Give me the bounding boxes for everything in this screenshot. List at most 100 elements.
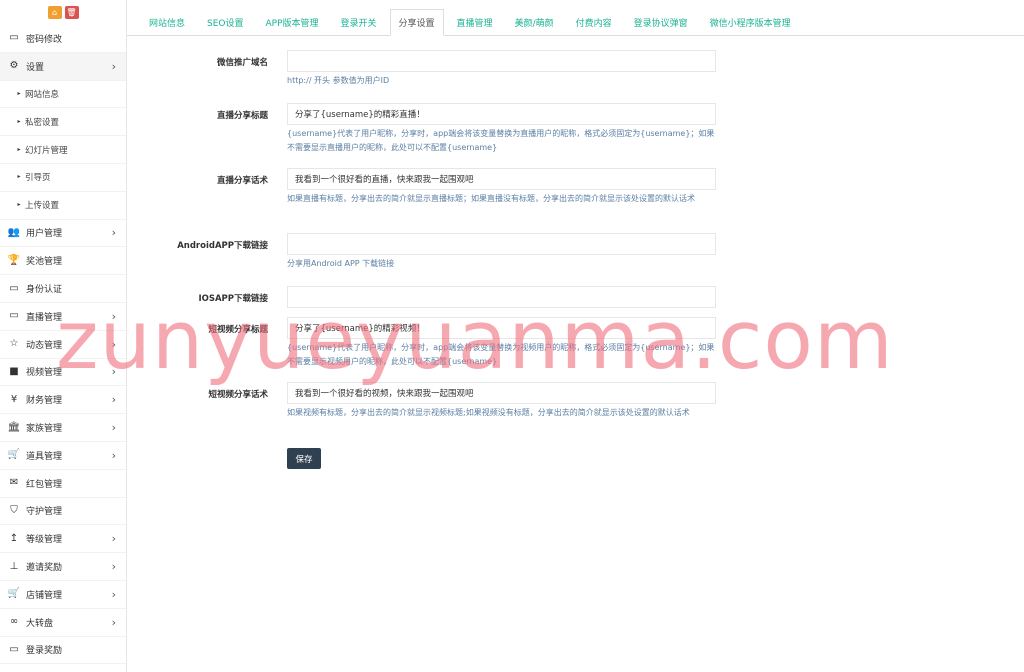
sidebar-item-sub-5[interactable]: ▸ 引导页	[0, 164, 126, 192]
sidebar-item-monitor-10[interactable]: ▭ 直播管理 ›	[0, 303, 126, 331]
home-icon[interactable]: ⌂	[47, 6, 62, 19]
caret-right-icon: ▸	[17, 117, 21, 125]
sidebar-menu: ▭ 密码修改 ⚙ 设置 › ▸ 网站信息 ▸ 私密设置 ▸ 幻灯片管理 ▸ 引导页 ▸ 上传设置 👥 用户管理 ›…	[0, 25, 126, 665]
sidebar-item-label: 等级管理	[26, 535, 63, 546]
wx-domain-help: http:// 开头 参数值为用户ID	[287, 76, 390, 85]
chevron-right-icon: ›	[111, 59, 116, 73]
sidebar-item-label: 家族管理	[26, 424, 63, 435]
settings-tabs: 网站信息 SEO设置 APP版本管理 登录开关 分享设置 直播管理 美颜/萌颜 付费内容 登录协…	[127, 0, 1024, 36]
sidebar-item-label: 直播管理	[26, 312, 63, 323]
chevron-right-icon: ›	[111, 365, 116, 379]
sidebar-item-label: 守护管理	[26, 507, 63, 518]
sidebar-item-label: 动态管理	[26, 340, 63, 351]
chevron-right-icon: ›	[111, 560, 116, 574]
video-title-help: {username}代表了用户昵称，分享时，app端会将该变量替换为视频用户的昵…	[287, 343, 715, 366]
sidebar-item-sub-6[interactable]: ▸ 上传设置	[0, 192, 126, 220]
live-title-help: {username}代表了用户昵称，分享时，app端会将该变量替换为直播用户的昵…	[287, 129, 715, 152]
trophy-icon: 🏆	[7, 254, 21, 266]
video-title-label: 短视频分享标题	[208, 325, 268, 335]
monitor-icon: ▭	[9, 32, 19, 44]
sidebar-item-label: 道具管理	[26, 451, 63, 462]
sidebar-item-monitor-0[interactable]: ▭ 密码修改	[0, 25, 126, 53]
live-desc-label: 直播分享话术	[216, 176, 268, 186]
video-desc-help: 如果视频有标题，分享出去的简介就显示视频标题;如果视频没有标题，分享出去的简介就…	[287, 408, 690, 417]
sidebar-item-label: 登录奖励	[26, 646, 63, 657]
video-icon: ■	[9, 365, 19, 377]
tab-0[interactable]: 网站信息	[140, 9, 194, 35]
sidebar-item-cart-20[interactable]: 🛒 店铺管理 ›	[0, 581, 126, 609]
tab-6[interactable]: 美颜/萌颜	[506, 9, 563, 35]
sidebar-item-bank-14[interactable]: 🏛 家族管理 ›	[0, 414, 126, 442]
shield-icon: ⛉	[10, 504, 18, 516]
live-desc-input[interactable]	[287, 168, 716, 190]
sidebar-item-label: 密码修改	[26, 34, 63, 45]
sidebar-top-buttons: ⌂ 🗑	[0, 0, 126, 25]
users-icon: 👥	[7, 226, 21, 238]
cart-icon: 🛒	[7, 588, 21, 600]
sidebar-item-monitor-22[interactable]: ▭ 登录奖励	[0, 637, 126, 665]
caret-right-icon: ▸	[17, 201, 21, 209]
sidebar-item-label: 红包管理	[26, 479, 63, 490]
live-title-input[interactable]	[287, 103, 716, 125]
sidebar-item-level-up-18[interactable]: ↥ 等级管理 ›	[0, 525, 126, 554]
sidebar-item-label: 店铺管理	[26, 590, 63, 601]
tab-1[interactable]: SEO设置	[198, 9, 252, 35]
sidebar-item-sub-2[interactable]: ▸ 网站信息	[0, 81, 126, 109]
sidebar-item-cart-15[interactable]: 🛒 道具管理 ›	[0, 442, 126, 470]
android-link-help: 分享用Android APP 下载链接	[287, 259, 395, 268]
caret-right-icon: ▸	[17, 89, 21, 97]
sidebar-item-gears-1[interactable]: ⚙ 设置 ›	[0, 52, 126, 81]
chevron-right-icon: ›	[111, 532, 116, 546]
tab-5[interactable]: 直播管理	[448, 9, 502, 35]
sidebar-item-label: 视频管理	[26, 368, 63, 379]
tab-7[interactable]: 付费内容	[567, 9, 621, 35]
sidebar-item-users-7[interactable]: 👥 用户管理 ›	[0, 220, 126, 248]
sidebar-item-video-12[interactable]: ■ 视频管理 ›	[0, 359, 126, 387]
sidebar-item-envelope-16[interactable]: ✉ 红包管理	[0, 470, 126, 498]
tab-9[interactable]: 微信小程序版本管理	[701, 9, 800, 35]
gamepad-icon: ∞	[9, 616, 19, 628]
wx-domain-label: 微信推广域名	[216, 58, 268, 68]
app: ⌂ 🗑 ▭ 密码修改 ⚙ 设置 › ▸ 网站信息 ▸ 私密设置 ▸ 幻灯片管理 ▸ 引导页 ▸ 上传设置 👥 用…	[0, 0, 1024, 672]
sidebar-item-yen-13[interactable]: ¥ 财务管理 ›	[0, 386, 126, 415]
video-desc-input[interactable]	[287, 382, 716, 404]
chevron-right-icon: ›	[111, 309, 116, 323]
android-link-input[interactable]	[287, 233, 716, 255]
sidebar-item-label: 私密设置	[25, 117, 60, 128]
video-desc-label: 短视频分享话术	[208, 390, 268, 400]
save-button[interactable]: 保存	[287, 448, 321, 469]
sidebar-item-label: 网站信息	[25, 89, 60, 100]
tab-2[interactable]: APP版本管理	[257, 9, 328, 35]
tab-8[interactable]: 登录协议弹窗	[625, 9, 697, 35]
sidebar-item-star-11[interactable]: ☆ 动态管理 ›	[0, 331, 126, 359]
sidebar-item-sub-3[interactable]: ▸ 私密设置	[0, 108, 126, 137]
chevron-right-icon: ›	[111, 587, 116, 601]
sidebar-item-label: 奖池管理	[26, 257, 63, 268]
bank-icon: 🏛	[7, 421, 21, 433]
video-title-input[interactable]	[287, 317, 716, 339]
sidebar-item-sub-4[interactable]: ▸ 幻灯片管理	[0, 136, 126, 164]
caret-right-icon: ▸	[17, 173, 21, 181]
sidebar-item-gamepad-21[interactable]: ∞ 大转盘 ›	[0, 609, 126, 637]
chevron-right-icon: ›	[111, 393, 116, 407]
sidebar-item-trophy-8[interactable]: 🏆 奖池管理	[0, 247, 126, 276]
sidebar-item-shield-17[interactable]: ⛉ 守护管理	[0, 498, 126, 526]
monitor-icon: ▭	[9, 643, 19, 655]
caret-right-icon: ▸	[17, 145, 21, 153]
tab-3[interactable]: 登录开关	[332, 9, 386, 35]
android-link-label: AndroidAPP下载链接	[177, 241, 268, 251]
wx-domain-input[interactable]	[287, 50, 716, 72]
sidebar-item-label: 幻灯片管理	[25, 145, 68, 156]
monitor-icon: ▭	[9, 310, 19, 322]
sidebar-item-monitor-9[interactable]: ▭ 身份认证	[0, 275, 126, 303]
ios-link-input[interactable]	[287, 286, 716, 308]
trash-icon[interactable]: 🗑	[64, 6, 79, 19]
chevron-right-icon: ›	[111, 337, 116, 351]
tab-4[interactable]: 分享设置	[389, 9, 444, 36]
sidebar-item-label: 用户管理	[26, 229, 63, 240]
sidebar-item-label: 设置	[26, 62, 45, 73]
gears-icon: ⚙	[9, 60, 19, 72]
main-content: 网站信息 SEO设置 APP版本管理 登录开关 分享设置 直播管理 美颜/萌颜 付费内容 登录协…	[127, 0, 1024, 672]
sidebar-item-sitemap-19[interactable]: ⊥ 邀请奖励 ›	[0, 553, 126, 581]
sitemap-icon: ⊥	[9, 560, 19, 572]
